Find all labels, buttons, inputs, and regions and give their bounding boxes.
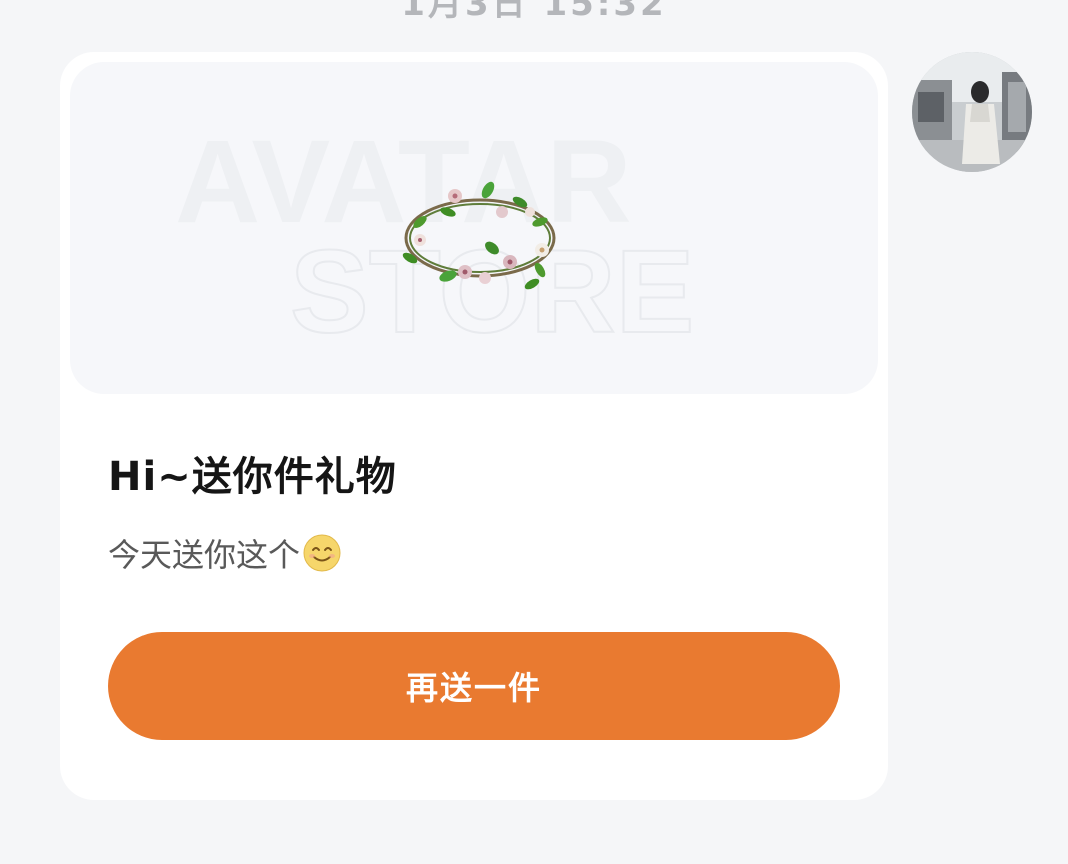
gift-title: Hi~送你件礼物 xyxy=(108,454,397,500)
chat-timestamp: 1月3日 15:32 xyxy=(401,0,667,24)
gift-message: 今天送你这个 xyxy=(108,530,342,576)
sender-avatar[interactable] xyxy=(912,52,1032,172)
gift-message-text: 今天送你这个 xyxy=(108,536,301,574)
gift-banner: AVATAR STORE xyxy=(70,62,878,394)
smile-emoji-icon xyxy=(302,533,342,573)
send-another-gift-button[interactable]: 再送一件 xyxy=(108,632,840,740)
gift-card[interactable]: AVATAR STORE Hi~送你件礼物 今天送你这个 再送一件 xyxy=(60,52,888,800)
